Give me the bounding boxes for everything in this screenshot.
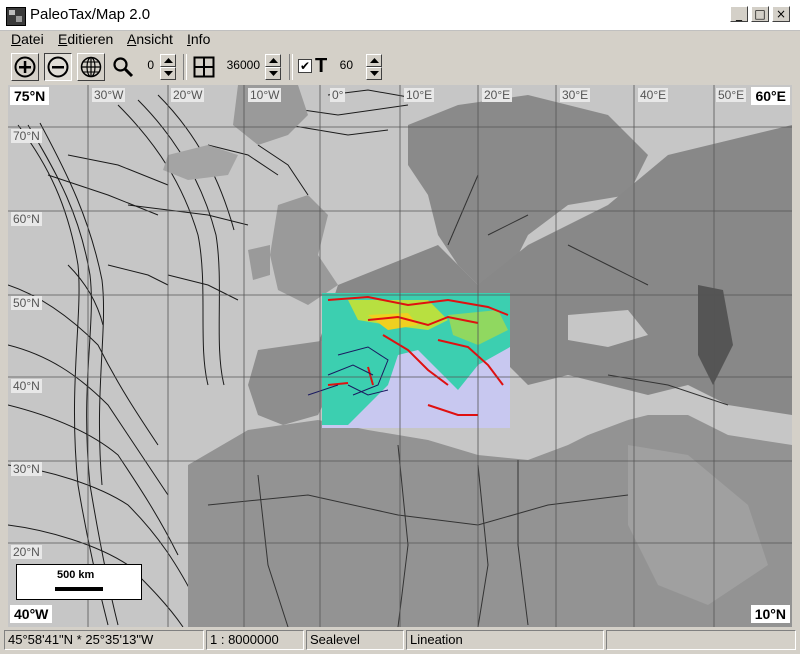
text-label: T <box>315 55 328 77</box>
minimize-button[interactable]: _ <box>730 6 748 22</box>
close-button[interactable]: × <box>772 6 790 22</box>
arrow-up-icon <box>164 58 173 63</box>
menu-ansicht[interactable]: Ansicht <box>127 31 173 47</box>
window-title: PaleoTax/Map 2.0 <box>30 6 151 23</box>
text-size-up-button[interactable] <box>366 54 382 67</box>
app-icon <box>6 7 26 26</box>
minimize-icon: _ <box>736 7 742 21</box>
lat-label: 50°N <box>11 296 42 310</box>
text-size-down-button[interactable] <box>366 67 382 80</box>
maximize-button[interactable]: □ <box>751 6 769 22</box>
status-bar: 45°58'41"N * 25°35'13"W 1 : 8000000 Seal… <box>0 628 800 654</box>
lat-label: 40°N <box>11 379 42 393</box>
title-bar: PaleoTax/Map 2.0 _ □ × <box>0 0 800 31</box>
arrow-down-icon <box>164 71 173 76</box>
menu-editieren-label: ditieren <box>67 31 114 47</box>
menu-bar: Datei Editieren Ansicht Info <box>0 30 800 50</box>
menu-datei[interactable]: Datei <box>11 31 44 47</box>
map-view[interactable]: 30°W 20°W 10°W 0° 10°E 20°E 30°E 40°E 50… <box>8 85 792 627</box>
zoom-value[interactable]: 0 <box>138 58 154 72</box>
toolbar-separator <box>183 54 187 80</box>
text-labels-checkbox[interactable]: ✔ <box>298 59 312 73</box>
lat-label: 60°N <box>11 212 42 226</box>
scale-bar-box: 500 km <box>16 564 142 600</box>
lon-label: 30°W <box>92 88 126 102</box>
lon-label: 40°E <box>638 88 669 102</box>
lon-label: 20°W <box>171 88 205 102</box>
status-extra <box>606 630 796 650</box>
corner-bottom-left-label: 40°W <box>10 605 53 623</box>
grid-icon <box>193 56 215 78</box>
grid-down-button[interactable] <box>265 67 281 80</box>
menu-info[interactable]: Info <box>187 31 210 47</box>
arrow-down-icon <box>269 71 278 76</box>
arrow-up-icon <box>269 58 278 63</box>
arrow-down-icon <box>370 71 379 76</box>
menu-datei-mnemonic: D <box>11 31 22 47</box>
toolbar-separator <box>289 54 293 80</box>
text-size-value[interactable]: 60 <box>335 58 353 72</box>
magnifier-icon <box>113 57 134 78</box>
lat-label: 20°N <box>11 545 42 559</box>
menu-datei-label: atei <box>21 31 44 47</box>
scale-label: 500 km <box>57 569 95 581</box>
lon-label: 10°E <box>404 88 435 102</box>
magnifier-button[interactable] <box>109 53 137 81</box>
checkmark-icon: ✔ <box>299 59 311 73</box>
toolbar: 0 36000 60 <box>0 51 800 83</box>
menu-ansicht-mnemonic: A <box>127 31 137 47</box>
menu-info-label: nfo <box>190 31 211 47</box>
zoom-stepper[interactable] <box>160 54 176 80</box>
lon-label: 50°E <box>716 88 747 102</box>
menu-editieren[interactable]: Editieren <box>58 31 113 47</box>
scale-bar <box>55 587 103 591</box>
zoom-down-button[interactable] <box>160 67 176 80</box>
close-icon: × <box>775 7 787 21</box>
grid-stepper[interactable] <box>265 54 281 80</box>
menu-ansicht-label: nsicht <box>136 31 173 47</box>
status-scale: 1 : 8000000 <box>206 630 304 650</box>
map-canvas[interactable] <box>8 85 792 627</box>
arrow-up-icon <box>370 58 379 63</box>
lon-label: 10°W <box>248 88 282 102</box>
lat-label: 30°N <box>11 462 42 476</box>
zoom-in-button[interactable] <box>11 53 39 81</box>
lon-label: 30°E <box>560 88 591 102</box>
grid-up-button[interactable] <box>265 54 281 67</box>
text-size-stepper[interactable] <box>366 54 382 80</box>
status-coordinates: 45°58'41"N * 25°35'13"W <box>4 630 204 650</box>
globe-button[interactable] <box>77 53 105 81</box>
maximize-icon: □ <box>754 7 766 21</box>
corner-top-left-label: 75°N <box>10 87 50 105</box>
grid-value[interactable]: 36000 <box>220 58 260 72</box>
globe-icon <box>80 56 102 78</box>
zoom-out-icon <box>47 56 69 78</box>
corner-top-right-label: 60°E <box>751 87 790 105</box>
status-layer-sealevel: Sealevel <box>306 630 404 650</box>
lon-label: 0° <box>330 88 346 102</box>
corner-bottom-right-label: 10°N <box>750 605 790 623</box>
menu-editieren-mnemonic: E <box>58 31 68 47</box>
grid-button[interactable] <box>190 53 218 81</box>
zoom-up-button[interactable] <box>160 54 176 67</box>
zoom-in-icon <box>14 56 36 78</box>
status-layer-lineation: Lineation <box>406 630 604 650</box>
lat-label: 70°N <box>11 129 42 143</box>
lon-label: 20°E <box>482 88 513 102</box>
zoom-out-button[interactable] <box>44 53 72 81</box>
